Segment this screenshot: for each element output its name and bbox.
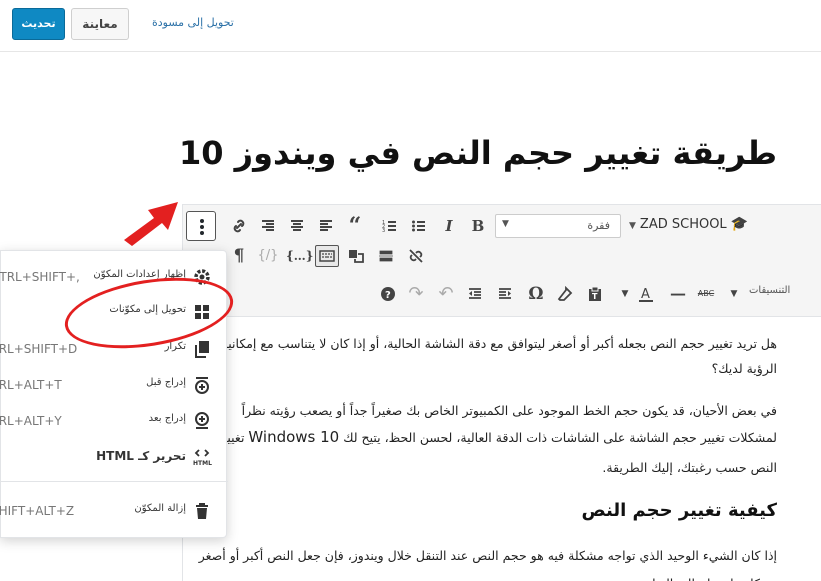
unlink-icon[interactable]	[405, 245, 427, 267]
text-span: لمشكلات تغيير حجم الشاشة على الشاشات ذات…	[339, 430, 777, 445]
align-left-icon[interactable]	[315, 215, 337, 237]
editor-content[interactable]: هل تريد تغيير حجم النص بجعله أكبر أو أصغ…	[183, 317, 821, 581]
numbered-list-icon[interactable]: 123	[379, 215, 401, 237]
paste-as-text-icon[interactable]: T	[584, 283, 606, 305]
paragraph-2-line: لمشكلات تغيير حجم الشاشة على الشاشات ذات…	[192, 423, 777, 452]
menu-item-edit-as-html[interactable]: تحرير كـ HTML HTML	[1, 442, 228, 472]
paragraph-3-line: إذا كان الشيء الوحيد الذي تواجه مشكلة في…	[198, 548, 777, 563]
keyboard-icon[interactable]	[315, 245, 339, 267]
svg-text:?: ?	[385, 290, 391, 301]
shortcut: CTRL+ALT+Y	[0, 414, 62, 428]
shortcut: SHIFT+ALT+Z	[0, 504, 75, 518]
menu-divider	[1, 481, 228, 482]
paragraph-2-line: النص حسب رغبتك، إليك الطريقة.	[602, 460, 777, 475]
indent-icon[interactable]	[494, 283, 516, 305]
remove-formatting-icon[interactable]: {/}	[257, 245, 279, 267]
svg-text:HTML: HTML	[193, 460, 212, 467]
chevron-down-icon: ▼	[502, 219, 509, 229]
bullet-list-icon[interactable]	[408, 215, 430, 237]
insert-before-icon	[195, 377, 209, 394]
insert-after-icon	[195, 412, 209, 429]
horizontal-line-icon[interactable]: —	[667, 283, 689, 305]
classic-editor-block: “ 123 I B ▼ فقرة ▼ ZAD SCHOOL 🎓 ¶ {/} {…}	[182, 204, 821, 581]
dot	[200, 219, 204, 223]
paragraph-1-line: هل تريد تغيير حجم النص بجعله أكبر أو أصغ…	[221, 336, 777, 351]
shortcut: CTRL+ALT+T	[0, 378, 62, 392]
undo-icon[interactable]: ↶	[435, 283, 457, 305]
brand-label: ZAD SCHOOL	[639, 217, 727, 232]
preview-button[interactable]: معاينة	[71, 8, 129, 40]
more-options-button[interactable]	[186, 211, 216, 241]
update-button[interactable]: تحديث	[12, 8, 65, 40]
special-character-icon[interactable]: Ω	[525, 283, 547, 305]
clear-formatting-icon[interactable]	[554, 283, 576, 305]
bold-icon[interactable]: B	[467, 215, 489, 237]
switch-to-draft-link[interactable]: تحويل إلى مسودة	[152, 16, 234, 29]
italic-icon[interactable]: I	[438, 215, 460, 237]
chevron-down-icon: ▼	[629, 221, 636, 231]
paragraph-2-line: في بعض الأحيان، قد يكون حجم الخط الموجود…	[241, 403, 777, 418]
media-insert-icon[interactable]	[345, 245, 367, 267]
menu-item-label: إدراج قبل	[146, 377, 186, 388]
chevron-down-icon[interactable]: ▼	[723, 283, 745, 305]
menu-item-remove-block[interactable]: SHIFT+ALT+Z إزالة المكوّن	[0, 496, 228, 526]
link-icon[interactable]	[228, 215, 250, 237]
align-right-icon[interactable]	[257, 215, 279, 237]
text-span: Windows 10	[248, 428, 340, 446]
menu-item-insert-before[interactable]: CTRL+ALT+T إدراج قبل	[0, 370, 228, 400]
menu-item-label: إزالة المكوّن	[134, 503, 186, 514]
menu-item-label: إدراج بعد	[148, 413, 186, 424]
paragraph-1-line: الرؤية لديك؟	[711, 361, 777, 376]
styles-dropdown[interactable]: التنسيقات	[749, 285, 790, 296]
paragraph-3-line: هو كل ما تحتاج إلى القيام به.	[626, 569, 777, 581]
menu-item-label: تحرير كـ HTML	[96, 449, 186, 463]
read-more-icon[interactable]	[375, 245, 397, 267]
text-color-icon[interactable]: A	[635, 283, 657, 305]
menu-item-insert-after[interactable]: CTRL+ALT+Y إدراج بعد	[0, 406, 228, 436]
editor-toolbar: “ 123 I B ▼ فقرة ▼ ZAD SCHOOL 🎓 ¶ {/} {…}	[183, 205, 821, 317]
help-icon[interactable]: ?	[377, 283, 399, 305]
blockquote-icon[interactable]: “	[344, 215, 366, 237]
svg-text:3: 3	[382, 228, 385, 234]
content-heading: كيفية تغيير حجم النص	[581, 500, 777, 521]
paragraph-mark-icon[interactable]: ¶	[228, 245, 250, 267]
outdent-icon[interactable]	[464, 283, 486, 305]
svg-text:A: A	[641, 287, 650, 302]
html-icon: HTML	[193, 449, 212, 467]
trash-icon	[196, 503, 208, 519]
strikethrough-icon[interactable]: ABC	[695, 283, 717, 305]
paragraph-format-select[interactable]: ▼ فقرة	[495, 214, 621, 238]
format-value: فقرة	[587, 219, 610, 232]
dot	[200, 231, 204, 235]
redo-icon[interactable]: ↷	[405, 283, 427, 305]
top-bar: تحديث معاينة تحويل إلى مسودة	[0, 0, 821, 52]
dot	[200, 225, 204, 229]
align-center-icon[interactable]	[286, 215, 308, 237]
shortcut: CTRL+SHIFT+D	[0, 342, 78, 356]
red-arrow-annotation	[124, 202, 178, 246]
shortcut: CTRL+SHIFT+,	[0, 270, 80, 284]
zad-school-dropdown[interactable]: ▼ ZAD SCHOOL 🎓	[629, 216, 759, 232]
chevron-down-icon[interactable]: ▼	[614, 283, 636, 305]
graduation-cap-icon: 🎓	[730, 216, 749, 232]
duplicate-icon	[195, 341, 209, 358]
svg-text:T: T	[592, 292, 598, 301]
post-title[interactable]: طريقة تغيير حجم النص في ويندوز 10	[179, 134, 777, 172]
code-icon[interactable]: {…}	[286, 245, 313, 267]
